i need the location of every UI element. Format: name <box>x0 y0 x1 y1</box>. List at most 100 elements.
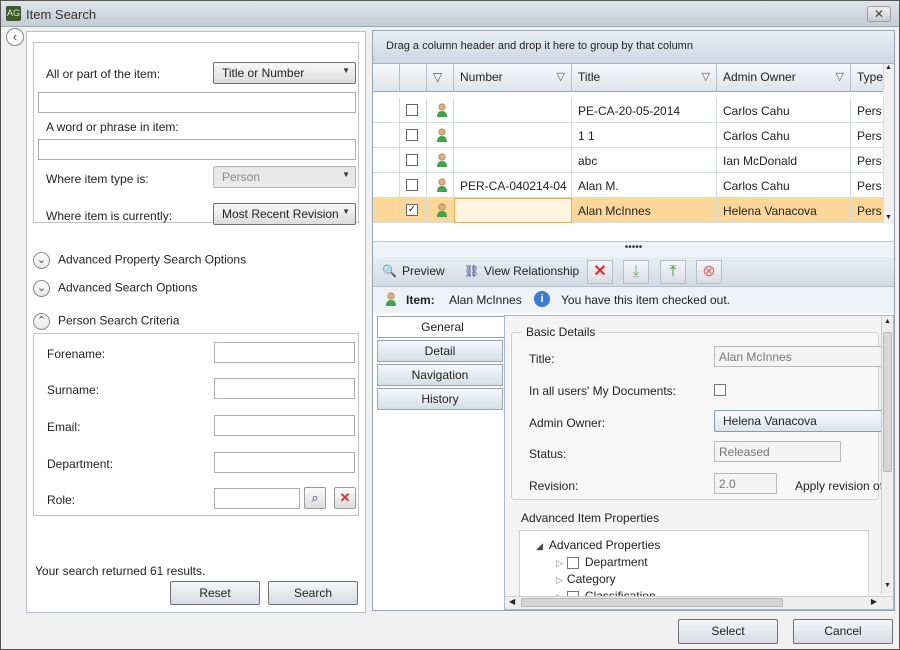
scroll-up-icon[interactable]: ▲ <box>884 318 891 325</box>
group-by-area[interactable]: Drag a column header and drop it here to… <box>373 31 894 64</box>
cell-title[interactable]: Alan M. <box>572 173 717 198</box>
filter-icon[interactable]: ▽ <box>557 70 565 83</box>
tree-node-advanced-properties[interactable]: ◢ Advanced Properties <box>536 538 660 552</box>
item-text-input[interactable] <box>38 92 356 113</box>
tab-general[interactable]: General <box>377 316 507 338</box>
cell-admin-owner[interactable]: Carlos Cahu <box>717 123 851 148</box>
role-input[interactable] <box>214 488 300 509</box>
view-relationship-button[interactable]: ⛓ View Relationship <box>464 264 579 280</box>
department-input[interactable] <box>214 452 355 473</box>
item-currently-dropdown[interactable]: Most Recent Revision ▼ <box>213 203 356 225</box>
column-header-title[interactable]: Title ▽ <box>572 64 717 92</box>
search-button[interactable]: Search <box>268 581 358 605</box>
cell-admin-owner[interactable]: Carlos Cahu <box>717 98 851 123</box>
grid-vertical-scrollbar[interactable]: ▲ ▼ <box>883 64 894 224</box>
scroll-left-icon[interactable]: ◀ <box>509 597 515 606</box>
cell-number[interactable] <box>454 123 572 148</box>
admin-owner-dropdown[interactable]: Helena Vanacova <box>714 410 884 432</box>
row-select-cell[interactable] <box>400 148 427 173</box>
row-checkbox[interactable]: ✓ <box>406 204 418 216</box>
tab-navigation[interactable]: Navigation <box>377 364 503 386</box>
scroll-up-icon[interactable]: ▲ <box>885 64 892 71</box>
table-row[interactable]: ✓ Alan McInnes Helena Vanacova Pers <box>373 198 891 223</box>
undo-checkout-button[interactable]: ⊗ <box>696 260 722 284</box>
cell-title[interactable]: 1 1 <box>572 123 717 148</box>
role-clear-button[interactable]: ✕ <box>334 487 356 509</box>
scroll-down-icon[interactable]: ▼ <box>885 214 892 221</box>
scroll-down-icon[interactable]: ▼ <box>884 582 891 589</box>
cell-number[interactable]: PER-CA-040214-04 <box>454 173 572 198</box>
cell-number[interactable] <box>454 98 572 123</box>
scroll-thumb[interactable] <box>883 332 892 472</box>
row-select-cell[interactable] <box>400 173 427 198</box>
tree-node-category[interactable]: ▷ Category <box>556 572 616 586</box>
row-checkbox[interactable] <box>406 154 418 166</box>
check-in-button[interactable]: ⤓ <box>623 260 649 284</box>
app-icon: AG <box>6 6 21 21</box>
cell-number[interactable] <box>454 198 572 223</box>
person-criteria-toggle[interactable]: ⌃ Person Search Criteria <box>33 313 179 330</box>
row-indicator[interactable] <box>373 148 400 173</box>
table-row[interactable]: 1 1 Carlos Cahu Pers <box>373 123 891 148</box>
word-phrase-input[interactable] <box>38 139 356 160</box>
detail-vertical-scrollbar[interactable]: ▲ ▼ <box>881 316 893 594</box>
status-field[interactable]: Released <box>714 441 841 462</box>
email-input[interactable] <box>214 415 355 436</box>
select-button[interactable]: Select <box>678 619 778 644</box>
row-type-cell <box>427 98 454 123</box>
scroll-thumb[interactable] <box>521 598 783 607</box>
filter-icon[interactable]: ▽ <box>702 70 710 83</box>
table-row[interactable]: PE-CA-20-05-2014 Carlos Cahu Pers <box>373 98 891 123</box>
title-field[interactable]: Alan McInnes <box>714 346 884 367</box>
tree-checkbox[interactable] <box>566 556 579 569</box>
forename-input[interactable] <box>214 342 355 363</box>
panel-splitter[interactable]: ••••• <box>373 241 894 257</box>
cell-title[interactable]: Alan McInnes <box>572 198 717 223</box>
check-out-button[interactable]: ⤒ <box>660 260 686 284</box>
title-or-number-dropdown[interactable]: Title or Number ▼ <box>213 62 356 84</box>
cell-title[interactable]: PE-CA-20-05-2014 <box>572 98 717 123</box>
column-header-admin-owner[interactable]: Admin Owner ▽ <box>717 64 851 92</box>
cell-title[interactable]: abc <box>572 148 717 173</box>
tree-node-department[interactable]: ▷ Department <box>556 555 648 569</box>
reset-button[interactable]: Reset <box>170 581 260 605</box>
row-select-cell[interactable]: ✓ <box>400 198 427 223</box>
advanced-property-label: Advanced Property Search Options <box>58 252 247 267</box>
row-checkbox[interactable] <box>406 104 418 116</box>
filter-icon[interactable]: ▽ <box>836 70 844 83</box>
collapse-left-panel-button[interactable]: ‹ <box>6 28 24 46</box>
item-type-dropdown[interactable]: Person ▼ <box>213 166 356 188</box>
table-row[interactable]: PER-CA-040214-04 Alan M. Carlos Cahu Pers <box>373 173 891 198</box>
row-indicator[interactable] <box>373 123 400 148</box>
cell-number[interactable] <box>454 148 572 173</box>
detail-horizontal-scrollbar[interactable]: ◀ ▶ <box>505 596 893 609</box>
advanced-property-toggle[interactable]: ⌄ Advanced Property Search Options <box>33 252 246 269</box>
filter-header[interactable]: ▽ <box>427 64 454 92</box>
table-row[interactable]: abc Ian McDonald Pers <box>373 148 891 173</box>
row-indicator[interactable] <box>373 98 400 123</box>
preview-button[interactable]: 🔍 Preview <box>382 264 445 280</box>
scroll-right-icon[interactable]: ▶ <box>871 597 877 606</box>
admin-owner-label: Admin Owner: <box>529 416 606 430</box>
column-header-number[interactable]: Number ▽ <box>454 64 572 92</box>
surname-input[interactable] <box>214 378 355 399</box>
tab-history[interactable]: History <box>377 388 503 410</box>
role-lookup-button[interactable]: ⌕ <box>304 487 326 509</box>
delete-button[interactable]: ✕ <box>587 260 613 284</box>
row-indicator[interactable] <box>373 173 400 198</box>
my-documents-checkbox[interactable] <box>714 384 726 396</box>
cell-admin-owner[interactable]: Ian McDonald <box>717 148 851 173</box>
row-checkbox[interactable] <box>406 129 418 141</box>
tab-detail[interactable]: Detail <box>377 340 503 362</box>
close-button[interactable]: ✕ <box>867 6 891 22</box>
revision-field[interactable]: 2.0 <box>714 473 777 494</box>
row-checkbox[interactable] <box>406 179 418 191</box>
row-select-cell[interactable] <box>400 98 427 123</box>
row-indicator[interactable] <box>373 198 400 223</box>
advanced-search-toggle[interactable]: ⌄ Advanced Search Options <box>33 280 197 297</box>
cell-admin-owner[interactable]: Helena Vanacova <box>717 198 851 223</box>
cancel-button[interactable]: Cancel <box>793 619 893 644</box>
check-in-icon: ⤓ <box>632 263 640 280</box>
row-select-cell[interactable] <box>400 123 427 148</box>
cell-admin-owner[interactable]: Carlos Cahu <box>717 173 851 198</box>
